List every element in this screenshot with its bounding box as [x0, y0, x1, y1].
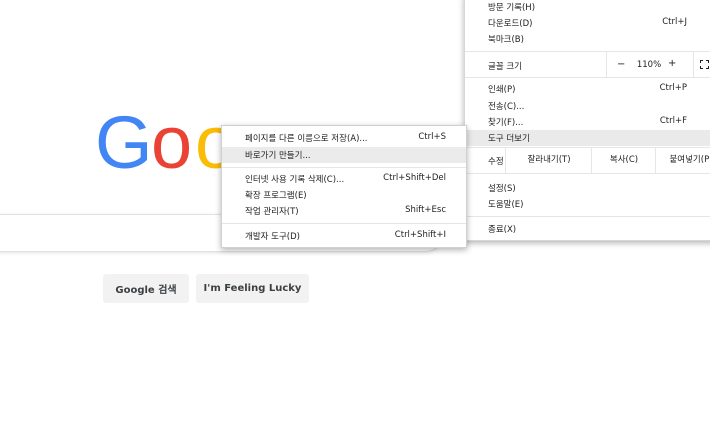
feeling-lucky-button[interactable]: I'm Feeling Lucky	[196, 274, 309, 303]
more-tools-submenu: 페이지를 다른 이름으로 저장(A)... Ctrl+S 바로가기 만들기...…	[221, 125, 467, 248]
zoom-level: 110%	[636, 60, 662, 70]
zoom-in-button[interactable]: +	[668, 58, 676, 69]
fullscreen-button[interactable]	[693, 52, 710, 77]
downloads-shortcut: Ctrl+J	[662, 17, 687, 27]
submenu-item-clear-data[interactable]: 인터넷 사용 기록 삭제(C)... Ctrl+Shift+Del	[222, 171, 466, 187]
paste-button[interactable]: 붙여넣기(P)	[655, 148, 710, 173]
fullscreen-icon	[699, 59, 710, 70]
save-page-shortcut: Ctrl+S	[418, 132, 446, 142]
submenu-divider	[222, 167, 466, 168]
menu-item-settings[interactable]: 설정(S)	[465, 180, 710, 196]
find-shortcut: Ctrl+F	[659, 116, 687, 126]
edit-label: 수정	[488, 157, 504, 167]
submenu-item-save-page[interactable]: 페이지를 다른 이름으로 저장(A)... Ctrl+S	[222, 130, 466, 146]
dev-tools-shortcut: Ctrl+Shift+I	[394, 230, 446, 240]
menu-divider	[465, 77, 710, 78]
zoom-out-button[interactable]: −	[617, 59, 625, 70]
submenu-item-extensions[interactable]: 확장 프로그램(E)	[222, 187, 466, 203]
google-search-button[interactable]: Google 검색	[103, 274, 189, 303]
logo-letter-g: G	[95, 114, 153, 180]
menu-edit-row: 수정 잘라내기(T) 복사(C) 붙여넣기(P)	[465, 147, 710, 174]
submenu-item-dev-tools[interactable]: 개발자 도구(D) Ctrl+Shift+I	[222, 228, 466, 244]
menu-item-cast[interactable]: 전송(C)...	[465, 98, 710, 114]
copy-button[interactable]: 복사(C)	[591, 148, 656, 173]
logo-letter-o1: o	[151, 114, 193, 180]
menu-item-find[interactable]: 찾기(F)... Ctrl+F	[465, 114, 710, 130]
menu-divider	[465, 216, 710, 217]
menu-item-help[interactable]: 도움말(E)	[465, 196, 710, 212]
submenu-item-task-manager[interactable]: 작업 관리자(T) Shift+Esc	[222, 203, 466, 219]
menu-item-more-tools[interactable]: 도구 더보기	[465, 130, 710, 146]
zoom-label: 글꼴 크기	[488, 62, 522, 72]
submenu-item-create-shortcut[interactable]: 바로가기 만들기...	[222, 147, 466, 163]
chrome-main-menu: 방문 기록(H) 다운로드(D) Ctrl+J 북마크(B) 글꼴 크기 − 1…	[464, 0, 710, 241]
menu-zoom-row: 글꼴 크기 − 110% +	[465, 52, 710, 77]
print-shortcut: Ctrl+P	[659, 83, 687, 93]
menu-item-history[interactable]: 방문 기록(H)	[465, 0, 710, 15]
clear-data-shortcut: Ctrl+Shift+Del	[383, 173, 446, 183]
menu-item-bookmarks[interactable]: 북마크(B)	[465, 31, 710, 47]
menu-item-exit[interactable]: 종료(X)	[465, 221, 710, 237]
zoom-controls: − 110% +	[606, 52, 710, 77]
menu-item-print[interactable]: 인쇄(P) Ctrl+P	[465, 81, 710, 97]
cut-button[interactable]: 잘라내기(T)	[505, 148, 592, 173]
task-manager-shortcut: Shift+Esc	[405, 205, 446, 215]
submenu-divider	[222, 223, 466, 224]
menu-item-downloads[interactable]: 다운로드(D) Ctrl+J	[465, 15, 710, 31]
